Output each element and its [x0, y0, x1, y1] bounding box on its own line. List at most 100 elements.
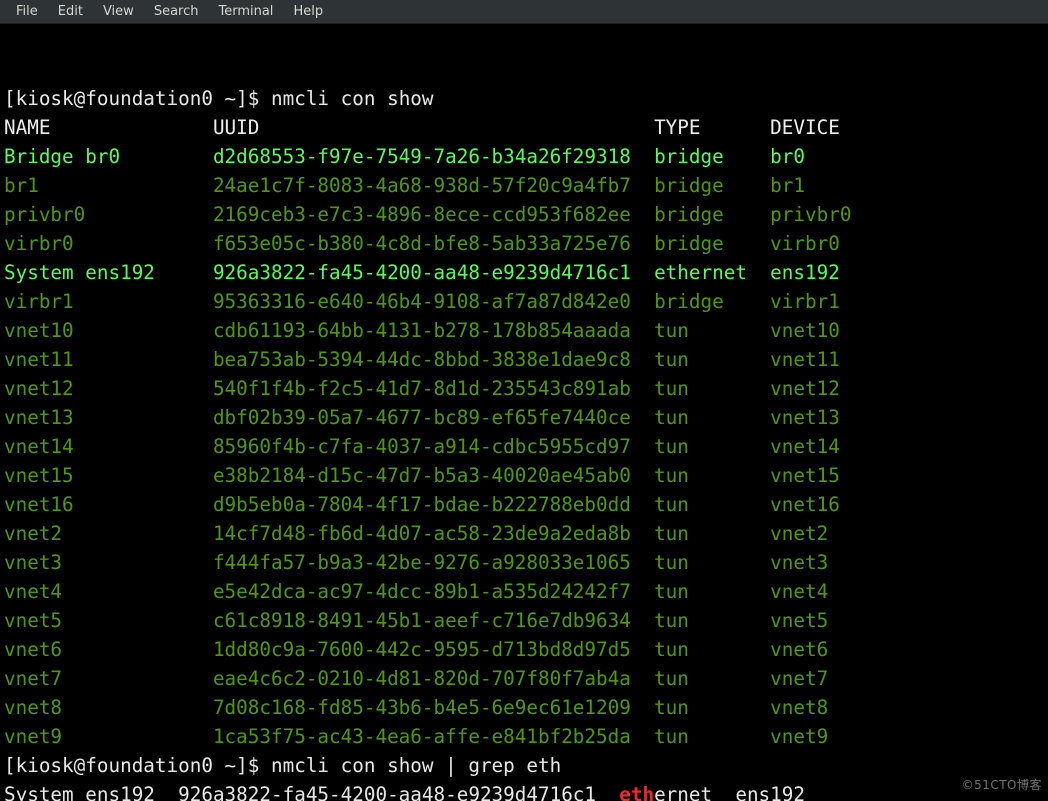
table-row: virbr0 f653e05c-b380-4c8d-bfe8-5ab33a725…: [4, 229, 1044, 258]
conn-name: vnet2: [4, 522, 213, 545]
conn-device: ens192: [735, 783, 828, 801]
conn-type: ethernet: [654, 261, 770, 284]
conn-name: vnet5: [4, 609, 213, 632]
conn-device: virbr1: [770, 290, 863, 313]
table-row: vnet3 f444fa57-b9a3-42be-9276-a928033e10…: [4, 548, 1044, 577]
col-device: DEVICE: [770, 116, 863, 139]
conn-type: tun: [654, 493, 770, 516]
conn-type: tun: [654, 319, 770, 342]
table-row: vnet4 e5e42dca-ac97-4dcc-89b1-a535d24242…: [4, 577, 1044, 606]
conn-uuid: f444fa57-b9a3-42be-9276-a928033e1065: [213, 551, 654, 574]
col-name: NAME: [4, 116, 213, 139]
menu-edit[interactable]: Edit: [48, 2, 93, 21]
conn-device: vnet6: [770, 638, 863, 661]
conn-name: vnet3: [4, 551, 213, 574]
menu-search[interactable]: Search: [144, 2, 209, 21]
grep-result-row: System ens192 926a3822-fa45-4200-aa48-e9…: [4, 780, 1044, 801]
conn-uuid: f653e05c-b380-4c8d-bfe8-5ab33a725e76: [213, 232, 654, 255]
conn-type: tun: [654, 667, 770, 690]
conn-device: vnet9: [770, 725, 863, 748]
conn-uuid: 14cf7d48-fb6d-4d07-ac58-23de9a2eda8b: [213, 522, 654, 545]
conn-device: vnet3: [770, 551, 863, 574]
menubar: FileEditViewSearchTerminalHelp: [0, 0, 1048, 24]
prompt-line-2: [kiosk@foundation0 ~]$ nmcli con show | …: [4, 751, 1044, 780]
table-row: vnet8 7d08c168-fd85-43b6-b4e5-6e9ec61e12…: [4, 693, 1044, 722]
conn-uuid: 1ca53f75-ac43-4ea6-affe-e841bf2b25da: [213, 725, 654, 748]
conn-uuid: 95363316-e640-46b4-9108-af7a87d842e0: [213, 290, 654, 313]
conn-type: tun: [654, 522, 770, 545]
conn-name: vnet11: [4, 348, 213, 371]
conn-device: vnet14: [770, 435, 863, 458]
conn-uuid: 926a3822-fa45-4200-aa48-e9239d4716c1: [213, 261, 654, 284]
conn-uuid: 24ae1c7f-8083-4a68-938d-57f20c9a4fb7: [213, 174, 654, 197]
grep-match: eth: [619, 783, 654, 801]
conn-type: tun: [654, 435, 770, 458]
prompt-line-1: [kiosk@foundation0 ~]$ nmcli con show: [4, 84, 1044, 113]
command-text: nmcli con show: [271, 87, 434, 110]
conn-device: vnet5: [770, 609, 863, 632]
conn-type: bridge: [654, 232, 770, 255]
conn-name: virbr0: [4, 232, 213, 255]
conn-uuid: 85960f4b-c7fa-4037-a914-cdbc5955cd97: [213, 435, 654, 458]
table-row: System ens192 926a3822-fa45-4200-aa48-e9…: [4, 258, 1044, 287]
table-row: br1 24ae1c7f-8083-4a68-938d-57f20c9a4fb7…: [4, 171, 1044, 200]
conn-name: br1: [4, 174, 213, 197]
conn-type: tun: [654, 609, 770, 632]
col-type: TYPE: [654, 116, 770, 139]
conn-type: tun: [654, 638, 770, 661]
menu-terminal[interactable]: Terminal: [208, 2, 283, 21]
conn-type: bridge: [654, 203, 770, 226]
table-row: vnet15 e38b2184-d15c-47d7-b5a3-40020ae45…: [4, 461, 1044, 490]
table-row: vnet13 dbf02b39-05a7-4677-bc89-ef65fe744…: [4, 403, 1044, 432]
conn-uuid: e5e42dca-ac97-4dcc-89b1-a535d24242f7: [213, 580, 654, 603]
conn-uuid: 2169ceb3-e7c3-4896-8ece-ccd953f682ee: [213, 203, 654, 226]
conn-uuid: e38b2184-d15c-47d7-b5a3-40020ae45ab0: [213, 464, 654, 487]
prompt: [kiosk@foundation0 ~]$: [4, 87, 271, 110]
conn-name: System ens192: [4, 261, 213, 284]
conn-type: bridge: [654, 145, 770, 168]
conn-device: vnet4: [770, 580, 863, 603]
command-text: nmcli con show | grep eth: [271, 754, 561, 777]
conn-uuid: cdb61193-64bb-4131-b278-178b854aaada: [213, 319, 654, 342]
conn-uuid: 1dd80c9a-7600-442c-9595-d713bd8d97d5: [213, 638, 654, 661]
table-row: vnet5 c61c8918-8491-45b1-aeef-c716e7db96…: [4, 606, 1044, 635]
conn-uuid: eae4c6c2-0210-4d81-820d-707f80f7ab4a: [213, 667, 654, 690]
conn-name: Bridge br0: [4, 145, 213, 168]
table-row: vnet10 cdb61193-64bb-4131-b278-178b854aa…: [4, 316, 1044, 345]
conn-type: tun: [654, 406, 770, 429]
conn-device: vnet13: [770, 406, 863, 429]
table-row: privbr0 2169ceb3-e7c3-4896-8ece-ccd953f6…: [4, 200, 1044, 229]
menu-help[interactable]: Help: [283, 2, 333, 21]
menu-view[interactable]: View: [93, 2, 144, 21]
conn-device: ens192: [770, 261, 863, 284]
conn-uuid: d9b5eb0a-7804-4f17-bdae-b222788eb0dd: [213, 493, 654, 516]
conn-uuid: 540f1f4b-f2c5-41d7-8d1d-235543c891ab: [213, 377, 654, 400]
conn-name: vnet7: [4, 667, 213, 690]
conn-name: vnet10: [4, 319, 213, 342]
watermark: ©51CTO博客: [962, 771, 1042, 800]
conn-name: vnet15: [4, 464, 213, 487]
conn-device: br0: [770, 145, 863, 168]
conn-name: vnet13: [4, 406, 213, 429]
conn-type: tun: [654, 551, 770, 574]
conn-name: vnet14: [4, 435, 213, 458]
table-row: vnet7 eae4c6c2-0210-4d81-820d-707f80f7ab…: [4, 664, 1044, 693]
conn-type: tun: [654, 348, 770, 371]
conn-device: vnet15: [770, 464, 863, 487]
table-row: vnet14 85960f4b-c7fa-4037-a914-cdbc5955c…: [4, 432, 1044, 461]
conn-type: bridge: [654, 174, 770, 197]
table-row: vnet16 d9b5eb0a-7804-4f17-bdae-b222788eb…: [4, 490, 1044, 519]
conn-device: vnet10: [770, 319, 863, 342]
terminal-area[interactable]: [kiosk@foundation0 ~]$ nmcli con showNAM…: [0, 24, 1048, 801]
conn-name: vnet8: [4, 696, 213, 719]
conn-uuid: dbf02b39-05a7-4677-bc89-ef65fe7440ce: [213, 406, 654, 429]
conn-type: tun: [654, 725, 770, 748]
conn-name: vnet4: [4, 580, 213, 603]
conn-name: vnet16: [4, 493, 213, 516]
header-row: NAME UUID TYPE DEVICE: [4, 113, 1044, 142]
table-row: virbr1 95363316-e640-46b4-9108-af7a87d84…: [4, 287, 1044, 316]
conn-uuid: 926a3822-fa45-4200-aa48-e9239d4716c1: [178, 783, 619, 801]
conn-device: vnet2: [770, 522, 863, 545]
table-row: vnet11 bea753ab-5394-44dc-8bbd-3838e1dae…: [4, 345, 1044, 374]
menu-file[interactable]: File: [6, 2, 48, 21]
